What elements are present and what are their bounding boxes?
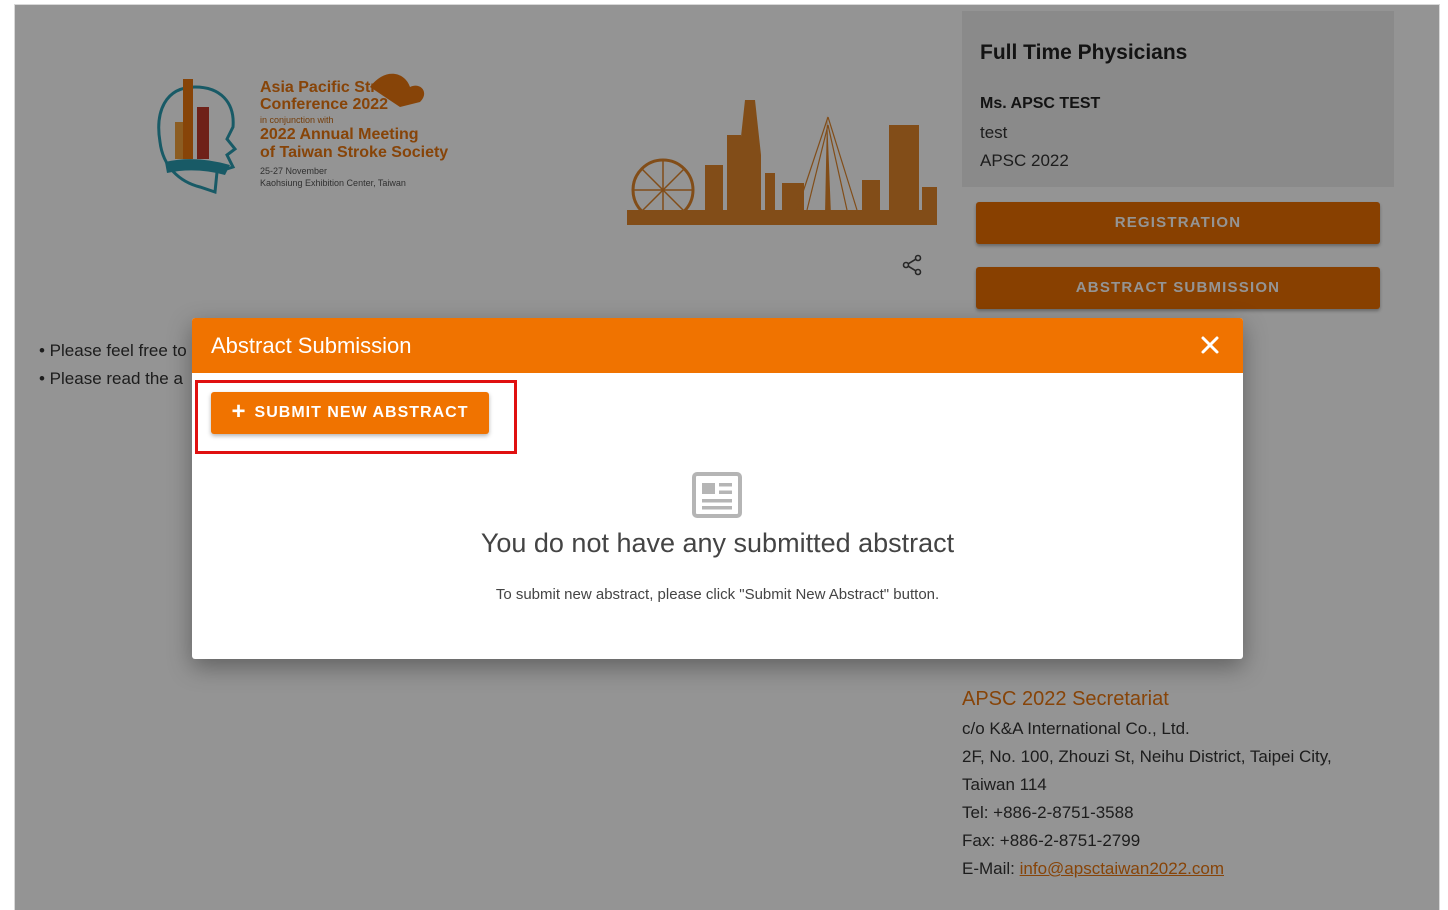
plus-icon: + (231, 398, 247, 425)
submit-new-abstract-label: SUBMIT NEW ABSTRACT (254, 404, 469, 421)
abstract-submission-modal: Abstract Submission + SUBMIT NEW ABSTRAC… (192, 318, 1243, 659)
empty-state-title: You do not have any submitted abstract (480, 528, 955, 558)
modal-header: Abstract Submission (192, 318, 1243, 373)
submit-new-abstract-button[interactable]: + SUBMIT NEW ABSTRACT (211, 392, 489, 434)
article-icon (692, 472, 742, 518)
modal-title: Abstract Submission (211, 333, 412, 358)
empty-state-subtitle: To submit new abstract, please click "Su… (495, 586, 940, 603)
page-frame: Asia Pacific Stroke Conference 2022 in c… (14, 4, 1440, 910)
close-icon[interactable] (1197, 332, 1223, 358)
